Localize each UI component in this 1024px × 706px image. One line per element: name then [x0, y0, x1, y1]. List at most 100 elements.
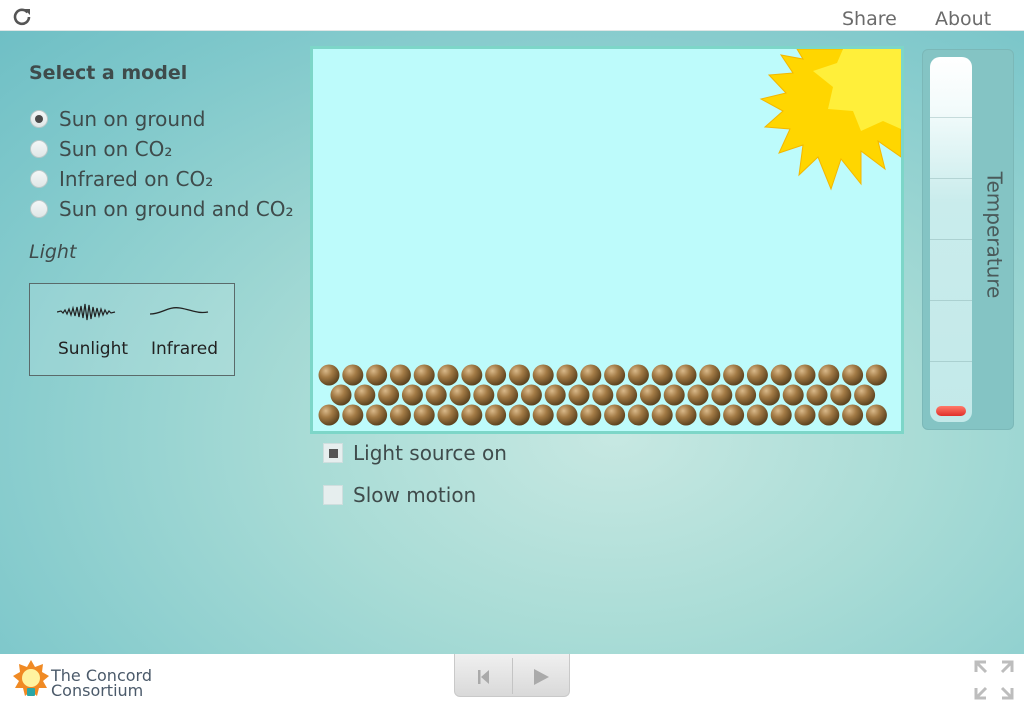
ground-particle — [580, 404, 602, 426]
top-bar: Share About — [0, 0, 1024, 31]
reload-icon[interactable] — [12, 7, 32, 27]
radio-label: Sun on CO₂ — [59, 137, 173, 161]
radio-sun-on-co2[interactable]: Sun on CO₂ — [30, 136, 172, 162]
skip-back-icon — [478, 670, 489, 684]
ground-particle — [532, 404, 554, 426]
ground-particle — [592, 384, 614, 406]
ground-particle — [818, 404, 840, 426]
ground-particle — [508, 404, 530, 426]
ground-particle — [449, 384, 471, 406]
model-selector-title: Select a model — [29, 62, 188, 84]
ground-particle — [413, 364, 435, 386]
ground-particle — [485, 364, 507, 386]
ground-particle — [604, 364, 626, 386]
ground-particles — [318, 364, 887, 426]
ground-particle — [746, 404, 768, 426]
simulation-stage: Select a model Sun on ground Sun on CO₂ … — [0, 31, 1024, 654]
ground-particle — [318, 404, 340, 426]
ground-particle — [520, 384, 542, 406]
sunlight-label: Sunlight — [58, 339, 129, 359]
ground-particle — [830, 384, 852, 406]
radio-sun-on-ground[interactable]: Sun on ground — [30, 106, 205, 132]
radio-button[interactable] — [30, 200, 48, 218]
ground-particle — [580, 364, 602, 386]
ground-particle — [699, 404, 721, 426]
simulation-canvas[interactable] — [310, 46, 904, 434]
ground-particle — [485, 404, 507, 426]
ground-particle — [544, 384, 566, 406]
infrared-label: Infrared — [151, 339, 219, 359]
ground-particle — [508, 364, 530, 386]
ground-particle — [532, 364, 554, 386]
ground-particle — [437, 364, 459, 386]
lightbulb-logo-icon — [13, 660, 49, 696]
ground-particle — [401, 384, 423, 406]
light-source-checkbox[interactable] — [323, 443, 343, 463]
ground-particle — [342, 404, 364, 426]
radio-label: Infrared on CO₂ — [59, 167, 214, 191]
light-source-toggle[interactable]: Light source on — [323, 440, 507, 466]
ground-particle — [794, 404, 816, 426]
about-link[interactable]: About — [935, 8, 991, 30]
ground-particle — [461, 364, 483, 386]
radio-button[interactable] — [30, 170, 48, 188]
ground-particle — [794, 364, 816, 386]
ground-particle — [651, 364, 673, 386]
ground-particle — [437, 404, 459, 426]
ground-particle — [735, 384, 757, 406]
temperature-label-wrap: Temperature — [975, 160, 1013, 310]
slow-motion-checkbox[interactable] — [323, 485, 343, 505]
ground-particle — [651, 404, 673, 426]
ground-particle — [389, 404, 411, 426]
ground-particle — [366, 364, 388, 386]
radio-infrared-on-co2[interactable]: Infrared on CO₂ — [30, 166, 213, 192]
play-icon — [534, 669, 549, 685]
ground-particle — [497, 384, 519, 406]
reset-button[interactable] — [455, 654, 512, 697]
ground-particle — [842, 404, 864, 426]
slow-motion-label: Slow motion — [353, 483, 477, 507]
radio-button[interactable] — [30, 110, 48, 128]
fullscreen-icon[interactable] — [974, 660, 1014, 700]
ground-particle — [723, 404, 745, 426]
ground-particle — [818, 364, 840, 386]
share-link[interactable]: Share — [842, 8, 897, 30]
ground-particle — [568, 384, 590, 406]
ground-particle — [865, 364, 887, 386]
ground-particle — [318, 364, 340, 386]
ground-particle — [675, 404, 697, 426]
ground-particle — [687, 384, 709, 406]
ground-particle — [461, 404, 483, 426]
ground-particle — [627, 364, 649, 386]
ground-particle — [746, 364, 768, 386]
ground-particle — [806, 384, 828, 406]
ground-particle — [556, 364, 578, 386]
logo-line2: Consortium — [51, 681, 144, 700]
ground-particle — [711, 384, 733, 406]
radio-sun-on-ground-and-co2[interactable]: Sun on ground and CO₂ — [30, 196, 294, 222]
play-button[interactable] — [513, 654, 570, 697]
ground-particle — [556, 404, 578, 426]
ground-particle — [842, 364, 864, 386]
ground-particle — [675, 364, 697, 386]
infrared-wave-icon — [149, 307, 209, 315]
sun-icon — [759, 49, 901, 191]
ground-particle — [389, 364, 411, 386]
ground-particle — [616, 384, 638, 406]
thermometer: Temperature — [922, 49, 1014, 430]
ground-particle — [627, 404, 649, 426]
ground-particle — [354, 384, 376, 406]
light-source-label: Light source on — [353, 441, 507, 465]
thermometer-tube — [930, 57, 972, 422]
radio-button[interactable] — [30, 140, 48, 158]
ground-particle — [639, 384, 661, 406]
ground-particle — [425, 384, 447, 406]
ground-particle — [770, 364, 792, 386]
ground-particle — [330, 384, 352, 406]
ground-particle — [413, 404, 435, 426]
concord-logo[interactable]: The Concord Consortium — [12, 658, 152, 700]
slow-motion-toggle[interactable]: Slow motion — [323, 482, 476, 508]
light-legend: Sunlight Infrared — [29, 283, 235, 376]
playback-controls — [454, 654, 570, 697]
thermometer-fill — [936, 406, 966, 416]
